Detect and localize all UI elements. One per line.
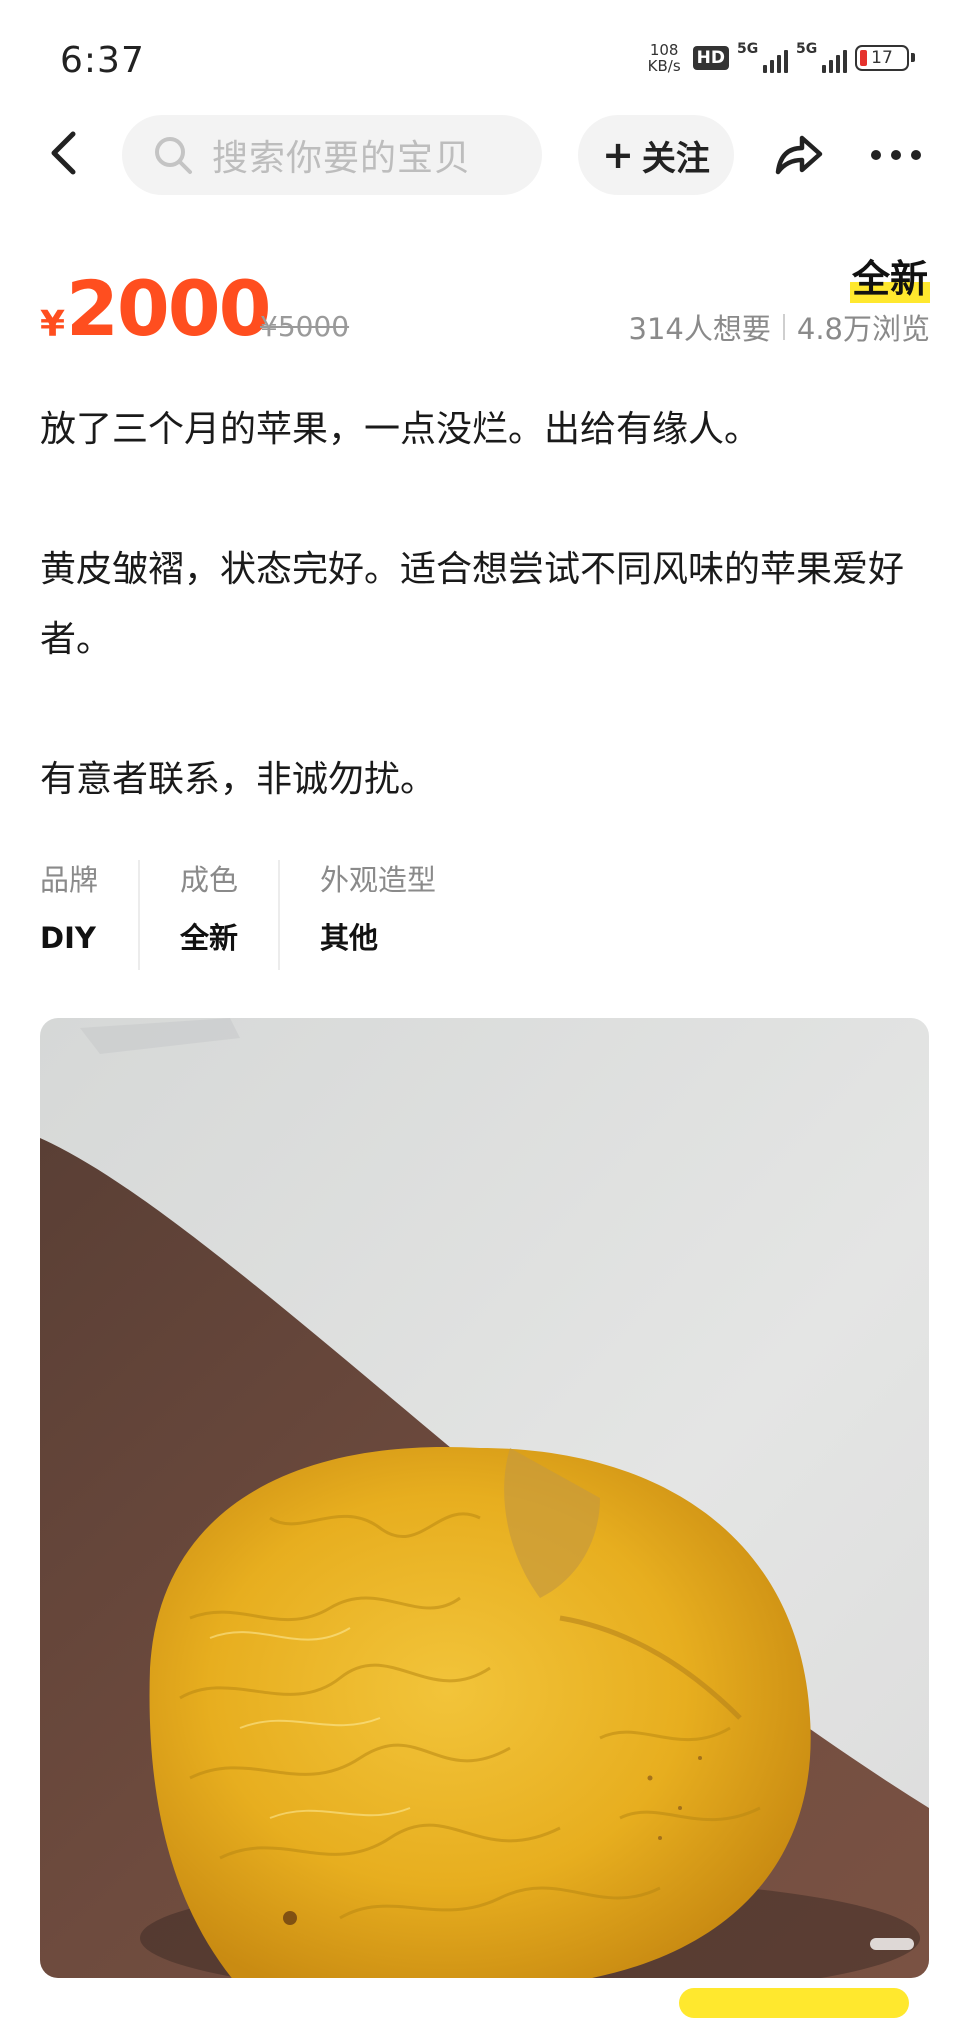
status-indicators: 108 KB/s HD 5G 5G 17 (647, 41, 915, 75)
follow-button[interactable]: + 关注 (578, 115, 734, 195)
hd-voice-icon: HD (692, 46, 729, 70)
signal-sim2-icon: 5G (796, 41, 847, 73)
attribute-label: 品牌 (40, 863, 99, 897)
views-count: 4.8万浏览 (796, 312, 930, 346)
status-bar: 6:37 108 KB/s HD 5G 5G 17 (0, 0, 969, 120)
plus-icon: + (602, 133, 634, 177)
share-button[interactable] (768, 126, 826, 184)
wrinkled-apple-photo (40, 1018, 929, 1978)
share-icon (775, 135, 823, 175)
item-attributes: 品牌 DIY 成色 全新 外观造型 其他 (40, 860, 516, 970)
original-price: ¥5000 (260, 310, 350, 343)
search-icon (155, 137, 192, 174)
currency-symbol: ¥ (40, 304, 66, 345)
back-button[interactable] (40, 128, 90, 178)
attribute-value: 全新 (180, 921, 239, 955)
current-price: 2000 (66, 264, 272, 353)
listing-stats: 314人想要 4.8万浏览 (629, 306, 930, 348)
more-button[interactable] (866, 130, 926, 180)
chevron-left-icon (51, 131, 76, 175)
stats-divider (782, 314, 785, 340)
product-photo[interactable] (40, 1018, 929, 1978)
battery-level: 17 (871, 48, 893, 68)
attribute-brand: 品牌 DIY (40, 860, 141, 970)
attribute-appearance: 外观造型 其他 (320, 860, 476, 970)
attribute-label: 外观造型 (320, 863, 437, 897)
description-line: 放了三个月的苹果，一点没烂。出给有缘人。 (40, 409, 761, 450)
attribute-label: 成色 (180, 863, 239, 897)
price-section: ¥ 2000 ¥5000 全新 314人想要 4.8万浏览 (40, 248, 930, 370)
attribute-condition: 成色 全新 (180, 860, 281, 970)
follow-label: 关注 (641, 138, 710, 179)
search-input[interactable]: 搜索你要的宝贝 (122, 115, 542, 195)
bottom-action-button-peek[interactable] (679, 1988, 909, 2018)
battery-icon: 17 (855, 45, 915, 71)
search-placeholder: 搜索你要的宝贝 (212, 138, 472, 179)
top-nav-bar: 搜索你要的宝贝 + 关注 (0, 110, 969, 200)
more-dots-icon (871, 150, 921, 160)
attribute-value: 其他 (320, 921, 379, 955)
description-line: 黄皮皱褶，状态完好。适合想尝试不同风味的苹果爱好者。 (40, 549, 905, 660)
condition-badge: 全新 (849, 248, 930, 303)
attribute-value: DIY (40, 921, 96, 955)
status-time: 6:37 (60, 40, 145, 81)
network-speed: 108 KB/s (647, 41, 681, 75)
description-line: 有意者联系，非诚勿扰。 (40, 759, 437, 800)
item-description: 放了三个月的苹果，一点没烂。出给有缘人。 黄皮皱褶，状态完好。适合想尝试不同风味… (40, 395, 930, 815)
signal-sim1-icon: 5G (737, 41, 788, 73)
wants-count: 314人想要 (628, 312, 771, 346)
